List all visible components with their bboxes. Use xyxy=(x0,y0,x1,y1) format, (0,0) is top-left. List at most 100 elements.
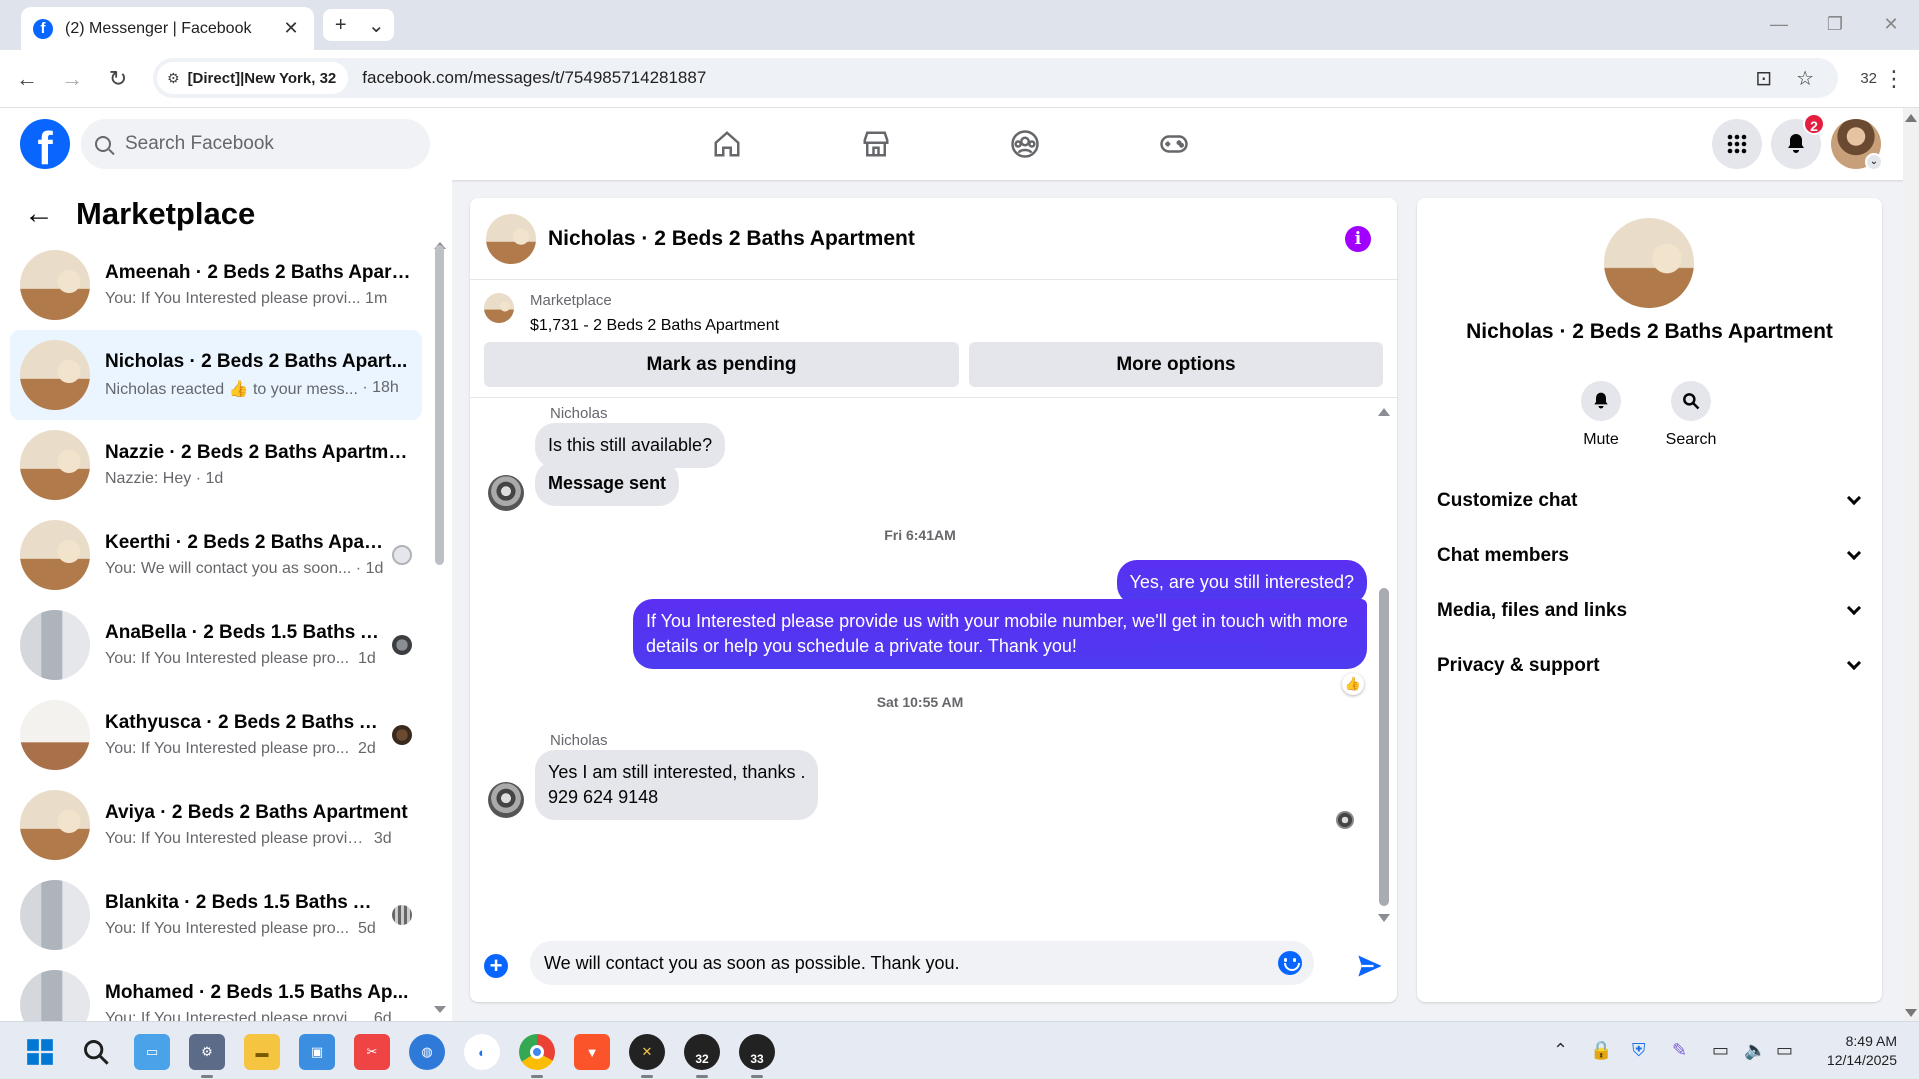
install-app-icon[interactable]: ⊡ xyxy=(1755,66,1772,91)
thumbs-up-reaction-icon[interactable]: 👍 xyxy=(1342,673,1364,695)
facebook-logo-icon[interactable]: f xyxy=(20,119,70,169)
scroll-down-arrow-icon[interactable] xyxy=(1905,1009,1917,1017)
extension-counter[interactable]: 32 xyxy=(1860,70,1877,87)
browser-tab[interactable]: f (2) Messenger | Facebook ✕ xyxy=(21,7,314,50)
file-explorer-icon[interactable]: ▬ xyxy=(244,1034,280,1070)
pen-icon[interactable]: ✎ xyxy=(1672,1040,1687,1061)
conversation-item[interactable]: Keerthi · 2 Beds 2 Baths Apart... You: W… xyxy=(10,510,422,600)
mute-label: Mute xyxy=(1583,431,1619,448)
reload-button[interactable]: ↻ xyxy=(103,66,133,92)
menu-grid-button[interactable] xyxy=(1712,119,1762,169)
message-input[interactable] xyxy=(544,952,1244,974)
conversation-item[interactable]: Blankita · 2 Beds 1.5 Baths Ap... You: I… xyxy=(10,870,422,960)
conversation-preview: You: If You Interested please provi... xyxy=(105,290,361,307)
media-files-links-section[interactable]: Media, files and links xyxy=(1437,591,1867,631)
gaming-icon[interactable] xyxy=(1152,122,1196,166)
conversation-item-active[interactable]: Nicholas · 2 Beds 2 Baths Apart... Nicho… xyxy=(10,330,422,420)
forward-button[interactable]: → xyxy=(57,66,87,92)
back-arrow-icon[interactable]: ← xyxy=(24,197,54,231)
message-input-box[interactable] xyxy=(530,941,1314,985)
sidebar-scrollbar[interactable] xyxy=(435,245,444,565)
bookmark-star-icon[interactable]: ☆ xyxy=(1796,66,1814,91)
incoming-message[interactable]: Yes I am still interested, thanks . 929 … xyxy=(535,750,819,821)
notifications-button[interactable]: 2 xyxy=(1771,113,1825,169)
home-icon[interactable] xyxy=(705,122,749,166)
mute-button[interactable]: Mute xyxy=(1561,381,1641,449)
chevron-up-icon[interactable]: ⌃ xyxy=(1553,1040,1568,1061)
browser-menu-icon[interactable]: ⋮ xyxy=(1883,66,1905,92)
battery-icon[interactable]: ▭ xyxy=(1776,1040,1793,1061)
customize-chat-section[interactable]: Customize chat xyxy=(1437,481,1867,521)
page-scrollbar[interactable] xyxy=(1903,108,1919,1021)
outgoing-message[interactable]: If You Interested please provide us with… xyxy=(633,599,1367,670)
conversation-name: Nazzie · 2 Beds 2 Baths Apartme... xyxy=(105,442,412,463)
search-in-chat-button[interactable]: Search xyxy=(1651,381,1731,449)
app-icon[interactable]: ◐ xyxy=(464,1034,500,1070)
mark-as-pending-button[interactable]: Mark as pending xyxy=(484,342,959,387)
url-text[interactable]: facebook.com/messages/t/754985714281887 xyxy=(362,68,1755,88)
chat-title[interactable]: Nicholas · 2 Beds 2 Baths Apartment xyxy=(548,227,915,251)
site-info-chip[interactable]: ⚙ [Direct]|New York, 32 xyxy=(157,62,349,94)
minimize-button[interactable]: — xyxy=(1751,0,1807,50)
site-settings-icon: ⚙ xyxy=(167,69,180,86)
globe-icon[interactable]: ◍ xyxy=(409,1034,445,1070)
profile-avatar[interactable]: ⌄ xyxy=(1831,119,1883,171)
facebook-favicon-icon: f xyxy=(33,18,53,39)
chat-scrollbar[interactable] xyxy=(1379,588,1389,906)
sender-avatar[interactable] xyxy=(488,782,524,818)
conversation-item[interactable]: Ameenah · 2 Beds 2 Baths Apart... You: I… xyxy=(10,240,422,330)
more-options-button[interactable]: More options xyxy=(969,342,1383,387)
facebook-search[interactable] xyxy=(81,119,430,169)
conversation-item[interactable]: Mohamed · 2 Beds 1.5 Baths Ap... You: If… xyxy=(10,960,422,1021)
conversation-item[interactable]: Kathyusca · 2 Beds 2 Baths Ap... You: If… xyxy=(10,690,422,780)
conversation-item[interactable]: AnaBella · 2 Beds 1.5 Baths Ap... You: I… xyxy=(10,600,422,690)
new-tab-button[interactable]: + xyxy=(323,14,359,37)
grid-icon xyxy=(1727,134,1747,154)
app-icon[interactable]: ✂ xyxy=(354,1034,390,1070)
volume-muted-icon[interactable]: 🔈 xyxy=(1744,1040,1766,1061)
sender-avatar[interactable] xyxy=(488,475,524,511)
info-icon[interactable]: i xyxy=(1345,226,1371,252)
network-icon[interactable]: ▭ xyxy=(1712,1040,1729,1061)
tab-list-chevron-icon[interactable]: ⌄ xyxy=(359,13,395,38)
chat-members-section[interactable]: Chat members xyxy=(1437,536,1867,576)
profile-app-icon[interactable]: 33 xyxy=(739,1034,775,1078)
search-icon[interactable] xyxy=(78,1034,114,1070)
scroll-down-arrow-icon[interactable] xyxy=(434,1006,446,1013)
listing-thumbnail[interactable] xyxy=(484,293,514,323)
add-attachment-icon[interactable]: + xyxy=(484,954,508,978)
marketplace-icon[interactable] xyxy=(854,122,898,166)
chevron-down-icon xyxy=(1846,600,1862,616)
listing-price[interactable]: $1,731 - 2 Beds 2 Baths Apartment xyxy=(530,317,779,335)
incoming-message[interactable]: Message sent xyxy=(535,461,680,507)
security-icon[interactable]: 🔒 xyxy=(1590,1040,1612,1061)
windows-start-icon[interactable] xyxy=(22,1034,58,1070)
search-input[interactable] xyxy=(125,133,385,155)
chrome-icon[interactable] xyxy=(519,1034,555,1078)
scroll-up-arrow-icon[interactable] xyxy=(1905,114,1917,122)
omnibox[interactable]: ⚙ [Direct]|New York, 32 facebook.com/mes… xyxy=(153,58,1838,98)
contact-avatar[interactable] xyxy=(1604,218,1694,308)
shield-icon[interactable]: ⛨ xyxy=(1632,1040,1646,1061)
app-icon[interactable]: ▣ xyxy=(299,1034,335,1070)
app-icon[interactable]: ▭ xyxy=(134,1034,170,1070)
chat-avatar[interactable] xyxy=(486,213,536,264)
groups-icon[interactable] xyxy=(1003,122,1047,166)
avatar xyxy=(20,520,90,590)
send-icon[interactable] xyxy=(1356,952,1384,980)
system-clock[interactable]: 8:49 AM 12/14/2025 xyxy=(1827,1032,1897,1070)
chat-scroll-down-icon[interactable] xyxy=(1378,914,1390,922)
conversation-item[interactable]: Aviya · 2 Beds 2 Baths Apartment You: If… xyxy=(10,780,422,870)
emoji-icon[interactable] xyxy=(1278,951,1302,975)
restore-button[interactable]: ❐ xyxy=(1807,0,1863,50)
conversation-item[interactable]: Nazzie · 2 Beds 2 Baths Apartme... Nazzi… xyxy=(10,420,422,510)
back-button[interactable]: ← xyxy=(12,66,42,92)
chat-scroll-up-icon[interactable] xyxy=(1378,408,1390,416)
brave-icon[interactable]: ▼ xyxy=(574,1034,610,1070)
privacy-support-section[interactable]: Privacy & support xyxy=(1437,646,1867,686)
app-icon[interactable]: ⚙ xyxy=(189,1034,225,1078)
close-tab-icon[interactable]: ✕ xyxy=(280,18,302,39)
close-window-button[interactable]: ✕ xyxy=(1863,0,1919,50)
profile-app-icon[interactable]: 32 xyxy=(684,1034,720,1078)
app-icon[interactable]: ✕ xyxy=(629,1034,665,1078)
